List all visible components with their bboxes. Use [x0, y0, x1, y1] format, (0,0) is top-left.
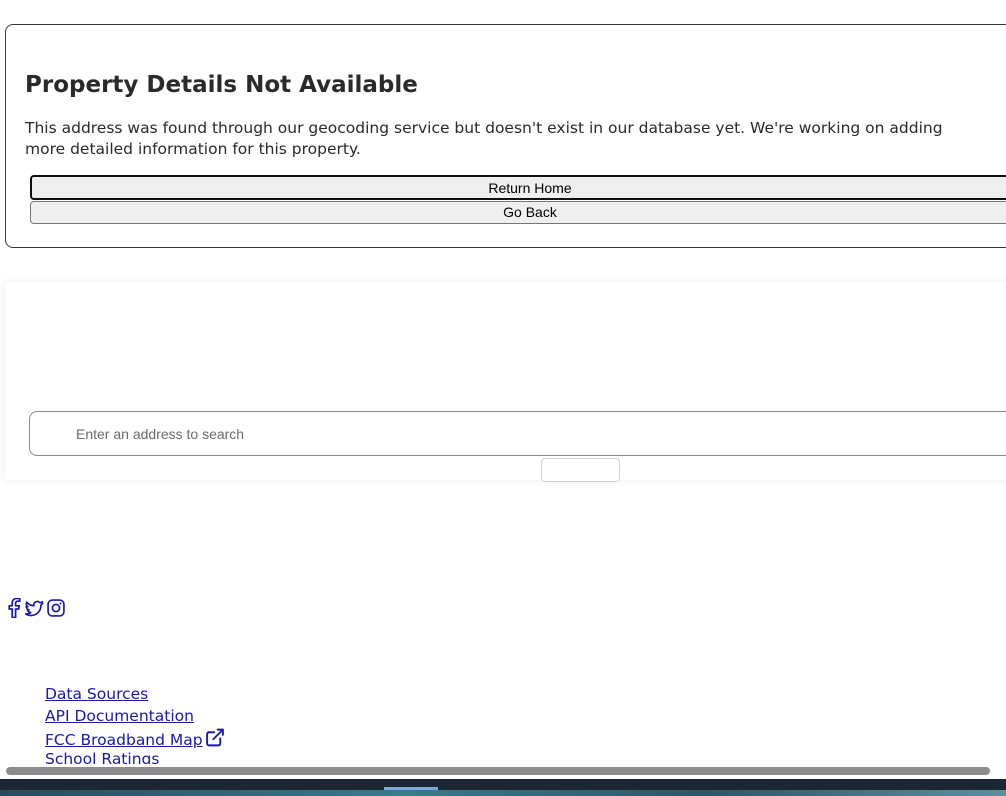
api-documentation-link[interactable]: API Documentation	[45, 707, 194, 725]
search-submit-button[interactable]	[541, 458, 620, 482]
page: Property Details Not Available This addr…	[0, 0, 1006, 796]
fcc-broadband-map-link[interactable]: FCC Broadband Map	[45, 731, 203, 749]
footer-links: Data Sources API Documentation FCC Broad…	[45, 684, 226, 770]
taskbar-active-indicator	[384, 787, 438, 790]
data-sources-link[interactable]: Data Sources	[45, 685, 148, 703]
search-box[interactable]	[29, 411, 1006, 456]
return-home-button[interactable]: Return Home	[30, 175, 1006, 200]
go-back-label: Go Back	[503, 204, 557, 220]
social-links	[8, 597, 66, 619]
footer-link-item: FCC Broadband Map	[45, 727, 226, 749]
external-link-icon	[204, 727, 226, 755]
return-home-label: Return Home	[488, 180, 572, 196]
go-back-button[interactable]: Go Back	[30, 201, 1006, 224]
facebook-icon[interactable]	[8, 597, 22, 619]
error-title: Property Details Not Available	[25, 72, 418, 98]
error-message: This address was found through our geoco…	[25, 119, 943, 158]
twitter-icon[interactable]	[24, 598, 44, 618]
instagram-icon[interactable]	[46, 598, 66, 618]
horizontal-scrollbar[interactable]	[0, 764, 1006, 779]
footer-link-item: API Documentation	[45, 706, 226, 728]
horizontal-scrollbar-thumb[interactable]	[6, 767, 990, 775]
address-search-input[interactable]	[76, 422, 976, 446]
footer-link-item: Data Sources	[45, 684, 226, 706]
taskbar-wallpaper-strip	[0, 790, 1006, 796]
